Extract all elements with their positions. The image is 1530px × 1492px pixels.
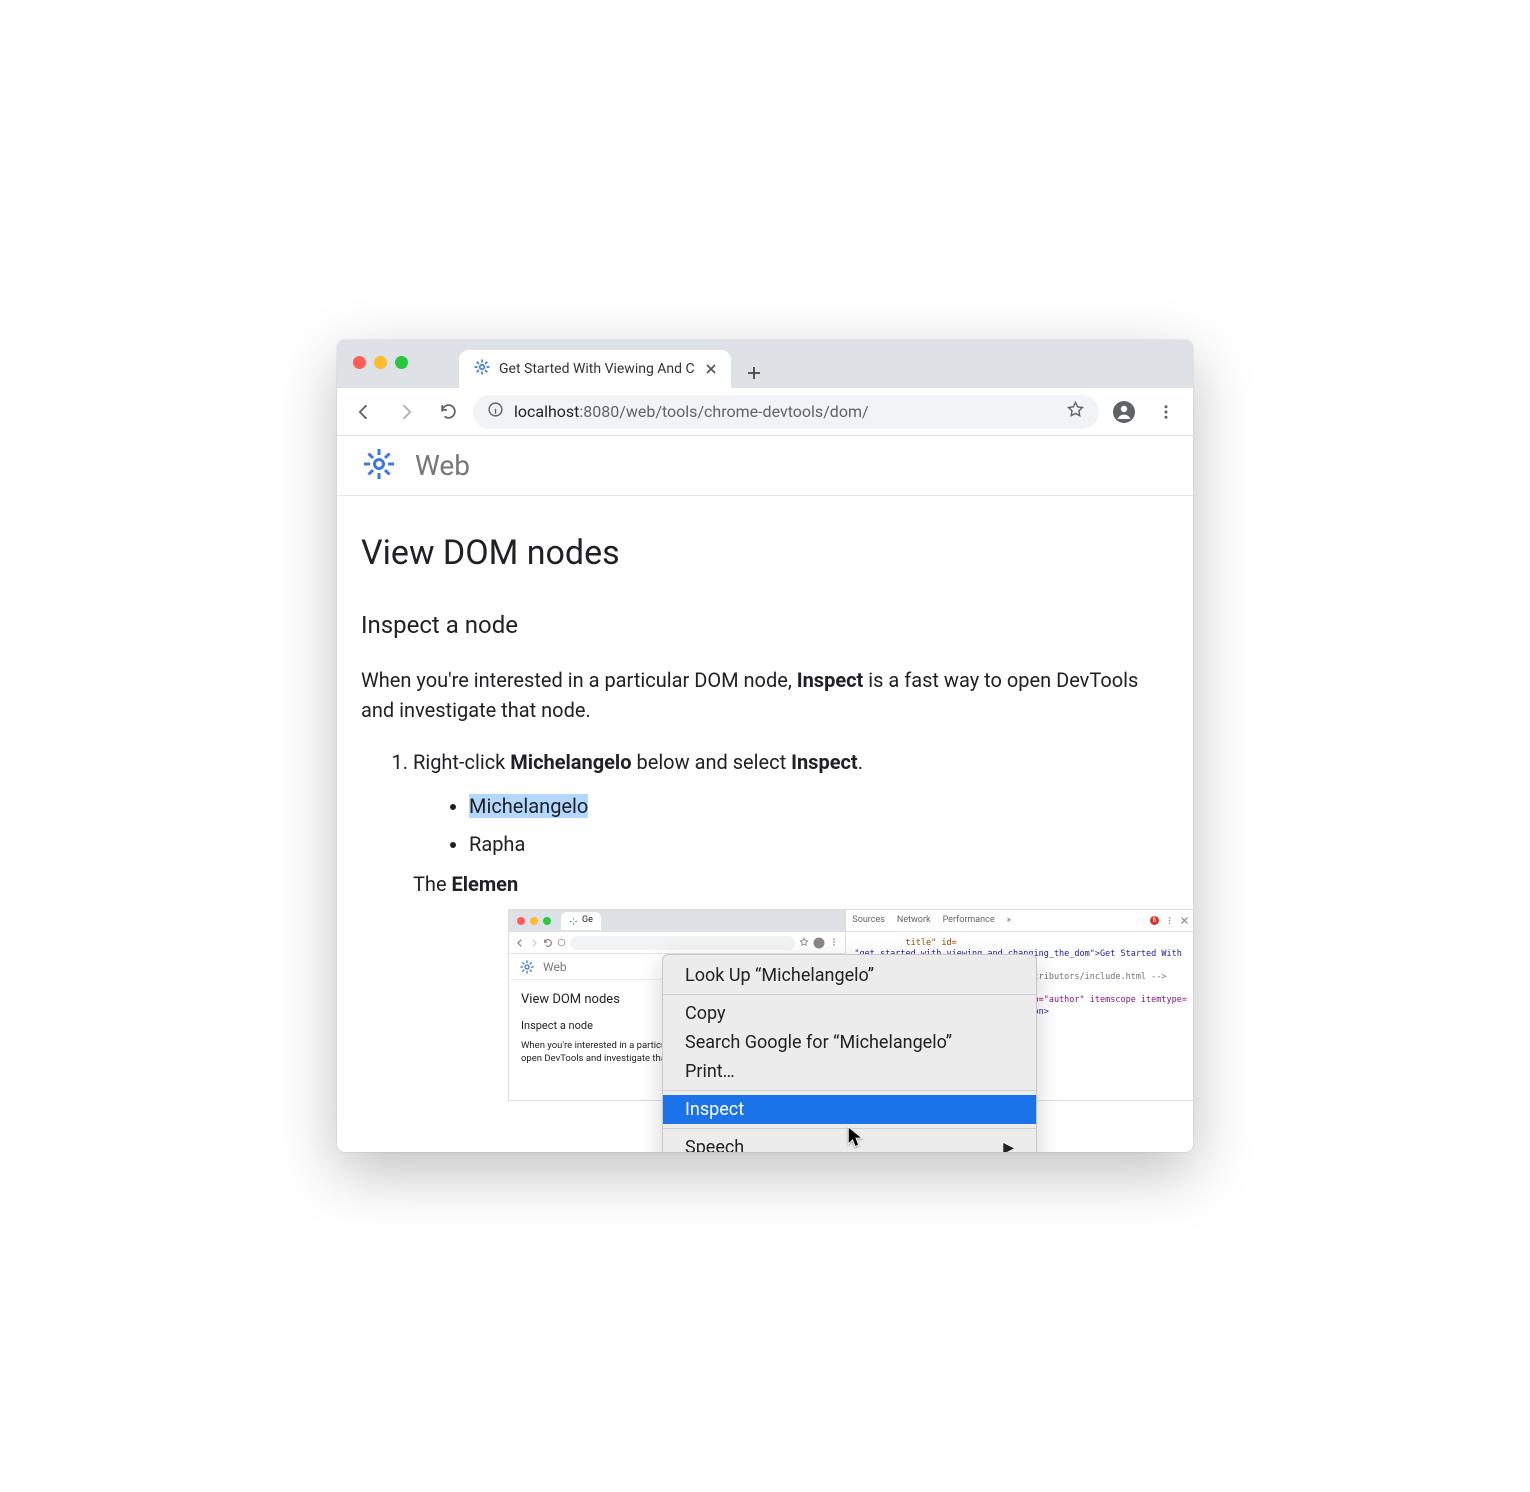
devtools-tab-sources: Sources [852, 914, 885, 928]
maximize-window-button[interactable] [395, 356, 408, 369]
names-list: Michelangelo Rapha [413, 791, 1169, 859]
mini-forward-icon [529, 938, 539, 948]
mini-tab: Ge [561, 912, 601, 930]
submenu-arrow-icon: ▶ [1003, 1140, 1014, 1153]
url-text: localhost:8080/web/tools/chrome-devtools… [514, 402, 869, 421]
mini-omnibox [570, 936, 795, 950]
mini-max-icon [543, 917, 551, 925]
ctx-separator [663, 994, 1036, 995]
ctx-inspect[interactable]: Inspect [663, 1095, 1036, 1124]
address-bar[interactable]: localhost:8080/web/tools/chrome-devtools… [473, 395, 1099, 429]
ctx-print[interactable]: Print… [663, 1057, 1036, 1086]
window-controls [353, 356, 408, 369]
mini-back-icon [515, 938, 525, 948]
devtools-menu-icon [1165, 916, 1174, 925]
ctx-lookup[interactable]: Look Up “Michelangelo” [663, 961, 1036, 990]
context-menu: Look Up “Michelangelo” Copy Search Googl… [662, 954, 1037, 1152]
devtools-tab-more: » [1007, 914, 1011, 928]
tab-title: Get Started With Viewing And C [499, 361, 695, 377]
mini-menu-icon [829, 937, 839, 947]
ctx-copy[interactable]: Copy [663, 999, 1036, 1028]
selected-text: Michelangelo [469, 794, 588, 818]
error-badge: 6 [1150, 916, 1159, 925]
tab-bar: Get Started With Viewing And C [337, 340, 1193, 388]
mini-site-title: Web [543, 958, 567, 976]
browser-toolbar: localhost:8080/web/tools/chrome-devtools… [337, 388, 1193, 436]
minimize-window-button[interactable] [374, 356, 387, 369]
mouse-cursor-icon [847, 1126, 865, 1152]
devtools-tab-network: Network [897, 914, 931, 928]
devtools-tabs: Sources Network Performance » 6 [846, 910, 1193, 932]
bookmark-star-icon[interactable] [1066, 400, 1085, 423]
page-heading-h1: View DOM nodes [361, 528, 1169, 579]
back-button[interactable] [347, 395, 381, 429]
site-info-icon[interactable] [487, 401, 504, 422]
close-window-button[interactable] [353, 356, 366, 369]
page-heading-h2: Inspect a node [361, 607, 1169, 643]
list-item-michelangelo[interactable]: Michelangelo [469, 791, 1169, 821]
ctx-separator [663, 1090, 1036, 1091]
mini-logo-icon [519, 959, 535, 975]
mini-info-icon [557, 938, 566, 947]
intro-paragraph: When you're interested in a particular D… [361, 665, 1169, 725]
browser-tab[interactable]: Get Started With Viewing And C [459, 350, 731, 388]
reload-button[interactable] [431, 395, 465, 429]
browser-window: Get Started With Viewing And C localhost… [337, 340, 1193, 1152]
site-logo-icon [361, 446, 397, 486]
mini-profile-icon [813, 937, 825, 949]
profile-button[interactable] [1107, 395, 1141, 429]
mini-star-icon [799, 937, 809, 947]
forward-button[interactable] [389, 395, 423, 429]
step-result-line: The Elemen [413, 869, 1169, 899]
devtools-tab-performance: Performance [943, 914, 995, 928]
mini-reload-icon [543, 938, 553, 948]
list-item-raphael[interactable]: Rapha [469, 829, 1169, 859]
tab-favicon-icon [473, 358, 491, 380]
mini-close-icon [517, 917, 525, 925]
site-title: Web [415, 449, 470, 482]
mini-min-icon [530, 917, 538, 925]
tab-close-button[interactable] [703, 361, 719, 377]
ctx-search-google[interactable]: Search Google for “Michelangelo” [663, 1028, 1036, 1057]
kebab-menu-button[interactable] [1149, 395, 1183, 429]
devtools-close-icon [1180, 916, 1189, 925]
new-tab-button[interactable] [739, 358, 769, 388]
site-header: Web [337, 436, 1193, 496]
